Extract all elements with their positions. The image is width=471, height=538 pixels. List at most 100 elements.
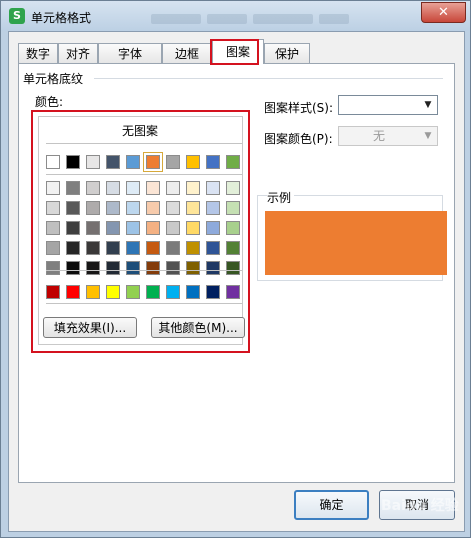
ok-button[interactable]: 确定 [294,490,369,520]
theme-color-swatch[interactable] [86,155,100,169]
tint-color-swatch[interactable] [126,201,140,215]
palette-divider [46,143,242,144]
format-cells-dialog: S 单元格格式 ✕ 数字 对齐 字体 边框 图案 保护 单元格底纹 颜色: 无图案 填充效… [0,0,471,538]
tint-color-swatch[interactable] [86,261,100,275]
fill-effects-button[interactable]: 填充效果(I)... [43,317,137,338]
tint-color-swatch[interactable] [226,241,240,255]
tint-color-swatch[interactable] [206,221,220,235]
tint-color-swatch[interactable] [146,201,160,215]
tint-color-swatch[interactable] [206,181,220,195]
tint-color-swatch[interactable] [66,201,80,215]
tint-color-swatch[interactable] [106,261,120,275]
tint-color-swatch[interactable] [66,221,80,235]
tint-color-swatch[interactable] [106,201,120,215]
standard-color-swatch[interactable] [146,285,160,299]
dialog-title: 单元格格式 [31,11,92,25]
tint-color-swatch[interactable] [186,181,200,195]
more-colors-button[interactable]: 其他颜色(M)... [151,317,245,338]
standard-color-swatch[interactable] [106,285,120,299]
tint-color-swatch[interactable] [86,241,100,255]
standard-color-swatch[interactable] [86,285,100,299]
watermark: Baidu 经验 [381,498,459,514]
tint-color-swatch[interactable] [146,241,160,255]
tab-5[interactable]: 保护 [264,43,310,63]
tint-color-swatch[interactable] [146,261,160,275]
tint-color-swatch[interactable] [186,201,200,215]
background-toolbar-ghost [151,13,411,25]
pattern-style-dropdown[interactable]: ▼ [338,95,438,115]
tint-color-swatch[interactable] [66,181,80,195]
tint-color-swatch[interactable] [166,261,180,275]
tint-color-swatch[interactable] [126,241,140,255]
tab-1[interactable]: 对齐 [58,43,98,63]
tint-color-swatch[interactable] [126,261,140,275]
tint-color-swatch[interactable] [226,261,240,275]
standard-color-swatch[interactable] [166,285,180,299]
tint-color-swatch[interactable] [106,221,120,235]
tint-color-swatch[interactable] [226,181,240,195]
palette-divider [46,174,242,175]
tint-color-swatch[interactable] [46,261,60,275]
chevron-down-icon: ▼ [424,131,432,141]
theme-color-swatch[interactable] [226,155,240,169]
chevron-down-icon: ▼ [424,100,432,110]
tint-color-swatch[interactable] [166,221,180,235]
tint-color-swatch[interactable] [126,221,140,235]
tab-highlight-marker [210,39,259,65]
tint-color-swatch[interactable] [66,261,80,275]
tint-color-swatch[interactable] [126,181,140,195]
tint-color-swatch[interactable] [146,181,160,195]
tint-color-swatch[interactable] [166,201,180,215]
standard-color-swatch[interactable] [206,285,220,299]
standard-color-swatch[interactable] [46,285,60,299]
tint-color-swatch[interactable] [146,221,160,235]
standard-color-swatch[interactable] [66,285,80,299]
tint-color-swatch[interactable] [166,181,180,195]
standard-color-swatch[interactable] [226,285,240,299]
tint-color-swatch[interactable] [226,221,240,235]
cell-shading-group-title: 单元格底纹 [23,70,88,87]
tab-0[interactable]: 数字 [18,43,58,63]
tab-3[interactable]: 边框 [162,43,212,63]
tint-color-swatch[interactable] [66,241,80,255]
theme-color-swatch[interactable] [186,155,200,169]
tint-color-swatch[interactable] [46,241,60,255]
theme-color-swatch[interactable] [46,155,60,169]
tint-color-swatch[interactable] [226,201,240,215]
dialog-client-area: 数字 对齐 字体 边框 图案 保护 单元格底纹 颜色: 无图案 填充效果(I)... 其他… [8,31,465,532]
palette-divider [46,270,242,271]
pattern-color-label: 图案颜色(P): [264,132,333,146]
tint-color-swatch[interactable] [106,181,120,195]
tint-color-swatch[interactable] [166,241,180,255]
standard-color-swatch[interactable] [126,285,140,299]
tint-color-swatch[interactable] [186,261,200,275]
tint-color-swatch[interactable] [186,221,200,235]
tint-color-swatch[interactable] [106,241,120,255]
tint-color-swatch[interactable] [186,241,200,255]
pattern-color-value: 无 [372,129,385,143]
tint-color-swatch[interactable] [86,221,100,235]
standard-color-swatch[interactable] [186,285,200,299]
sample-label: 示例 [267,189,295,206]
tint-color-swatch[interactable] [46,181,60,195]
tab-2[interactable]: 字体 [98,43,162,63]
no-pattern-option[interactable]: 无图案 [110,122,170,139]
theme-color-swatch[interactable] [206,155,220,169]
tint-color-swatch[interactable] [86,201,100,215]
pattern-style-label: 图案样式(S): [264,101,334,115]
tint-color-swatch[interactable] [206,241,220,255]
theme-color-swatch[interactable] [66,155,80,169]
theme-color-swatch[interactable] [126,155,140,169]
pattern-color-dropdown[interactable]: 无 ▼ [338,126,438,146]
theme-color-swatch[interactable] [106,155,120,169]
tint-color-swatch[interactable] [206,261,220,275]
theme-color-swatch[interactable] [166,155,180,169]
tint-color-swatch[interactable] [86,181,100,195]
sample-preview [265,211,447,275]
tint-color-swatch[interactable] [206,201,220,215]
close-button[interactable]: ✕ [421,2,466,23]
theme-color-swatch[interactable] [143,152,163,172]
title-bar[interactable]: S 单元格格式 ✕ [1,1,470,31]
tint-color-swatch[interactable] [46,221,60,235]
tint-color-swatch[interactable] [46,201,60,215]
